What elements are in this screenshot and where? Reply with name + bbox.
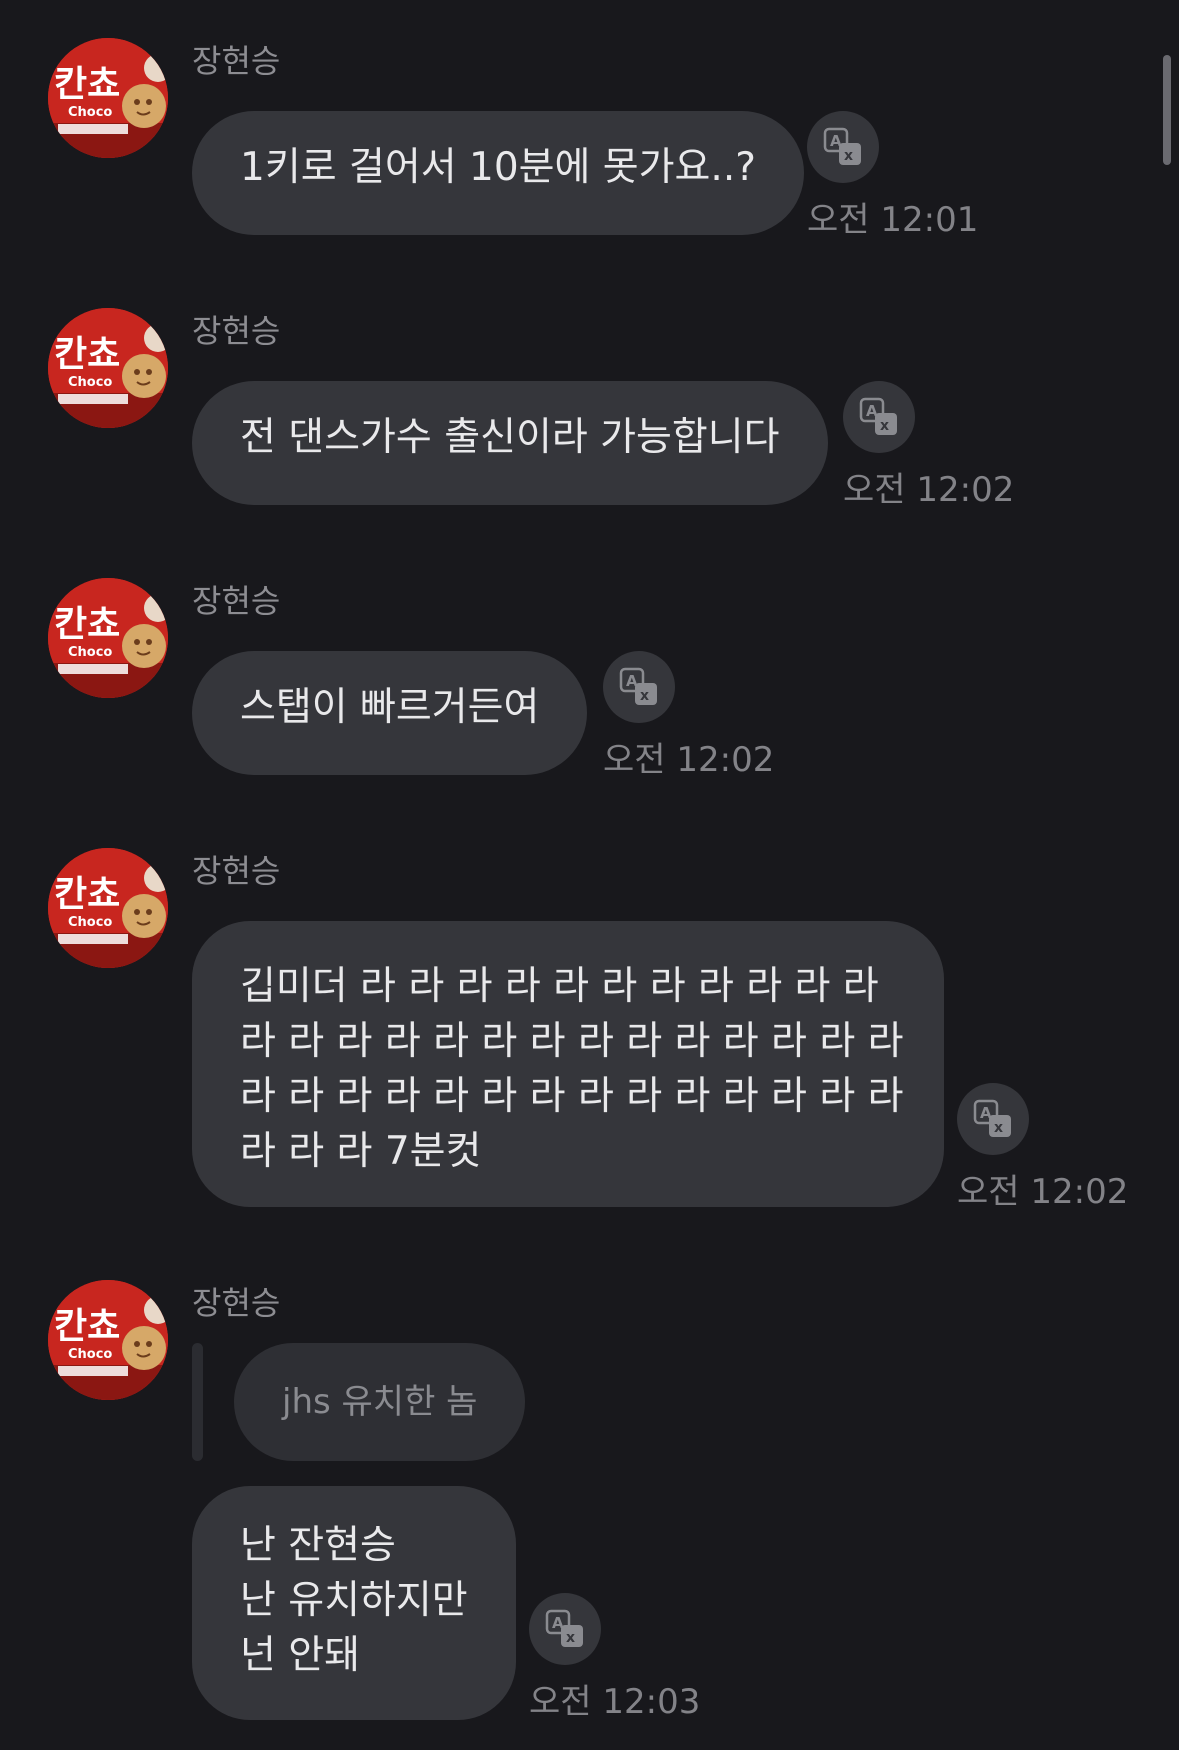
message-bubble[interactable]: 깁미더 라 라 라 라 라 라 라 라 라 라 라 라 라 라 라 라 라 라 … <box>192 921 944 1207</box>
snack-package-avatar-icon: 칸쵸 Choco <box>48 1280 168 1400</box>
message-text-line: 깁미더 라 라 라 라 라 라 라 라 라 라 라 <box>240 964 879 1009</box>
message-time: 오전 12:02 <box>843 470 1015 510</box>
translate-icon: A x <box>823 127 861 165</box>
message-bubble[interactable]: 스탭이 빠르거든여 <box>192 651 588 775</box>
message-bubble[interactable]: 전 댄스가수 출신이라 가능합니다 <box>192 381 828 505</box>
message-text-line: 넌 안돼 <box>240 1633 361 1678</box>
svg-text:칸쵸: 칸쵸 <box>54 874 120 915</box>
message-text-line: 라 라 라 라 라 라 라 라 라 라 라 라 라 라 <box>240 1074 904 1119</box>
snack-package-avatar-icon: 칸쵸 Choco <box>48 578 168 698</box>
scrollbar[interactable] <box>1163 55 1171 165</box>
avatar[interactable]: 칸쵸 Choco <box>48 578 168 698</box>
message-time: 오전 12:03 <box>529 1682 701 1722</box>
translate-button[interactable]: A x <box>807 111 879 183</box>
svg-text:칸쵸: 칸쵸 <box>54 334 120 375</box>
svg-text:x: x <box>994 1120 1003 1136</box>
translate-icon: A x <box>545 1609 583 1647</box>
svg-text:칸쵸: 칸쵸 <box>54 64 120 105</box>
avatar[interactable]: 칸쵸 Choco <box>48 1280 168 1400</box>
sender-name: 장현승 <box>192 852 281 890</box>
svg-text:x: x <box>566 1630 575 1646</box>
translate-icon: A x <box>859 397 897 435</box>
svg-text:Choco: Choco <box>68 375 112 390</box>
message-time: 오전 12:02 <box>603 740 775 780</box>
avatar[interactable]: 칸쵸 Choco <box>48 38 168 158</box>
message-time: 오전 12:01 <box>807 200 979 240</box>
message-text: 전 댄스가수 출신이라 가능합니다 <box>240 415 780 460</box>
avatar[interactable]: 칸쵸 Choco <box>48 308 168 428</box>
sender-name: 장현승 <box>192 582 281 620</box>
svg-text:Choco: Choco <box>68 645 112 660</box>
translate-button[interactable]: A x <box>529 1593 601 1665</box>
translate-button[interactable]: A x <box>957 1083 1029 1155</box>
svg-text:x: x <box>880 418 889 434</box>
snack-package-avatar-icon: 칸쵸 Choco <box>48 38 168 158</box>
message-time: 오전 12:02 <box>957 1172 1129 1212</box>
reply-indicator-bar <box>192 1343 203 1461</box>
translate-button[interactable]: A x <box>603 651 675 723</box>
svg-text:Choco: Choco <box>68 105 112 120</box>
svg-text:x: x <box>844 148 853 164</box>
message-bubble[interactable]: 1키로 걸어서 10분에 못가요..? <box>192 111 804 235</box>
message-text-line: 라 라 라 라 라 라 라 라 라 라 라 라 라 라 <box>240 1019 904 1064</box>
sender-name: 장현승 <box>192 42 281 80</box>
translate-button[interactable]: A x <box>843 381 915 453</box>
snack-package-avatar-icon: 칸쵸 Choco <box>48 308 168 428</box>
message-text: 스탭이 빠르거든여 <box>240 685 540 730</box>
translate-icon: A x <box>619 667 657 705</box>
message-text-line: 라 라 라 7분컷 <box>240 1129 482 1174</box>
message-bubble[interactable]: 난 잔현승 난 유치하지만 넌 안돼 <box>192 1486 516 1720</box>
message-text: 1키로 걸어서 10분에 못가요..? <box>240 145 756 190</box>
svg-text:칸쵸: 칸쵸 <box>54 1306 120 1347</box>
svg-text:Choco: Choco <box>68 1347 112 1362</box>
snack-package-avatar-icon: 칸쵸 Choco <box>48 848 168 968</box>
svg-text:Choco: Choco <box>68 915 112 930</box>
chat-message-list[interactable]: 칸쵸 Choco 장현승 1키로 걸어서 10분에 못가요..? A x 오전 … <box>0 0 1179 1750</box>
svg-text:x: x <box>640 688 649 704</box>
message-text-line: 난 유치하지만 <box>240 1578 468 1623</box>
svg-text:칸쵸: 칸쵸 <box>54 604 120 645</box>
reply-quote-text: jhs 유치한 놈 <box>282 1382 478 1422</box>
avatar[interactable]: 칸쵸 Choco <box>48 848 168 968</box>
sender-name: 장현승 <box>192 312 281 350</box>
reply-quote-bubble[interactable]: jhs 유치한 놈 <box>234 1343 526 1461</box>
translate-icon: A x <box>973 1099 1011 1137</box>
sender-name: 장현승 <box>192 1284 281 1322</box>
message-text-line: 난 잔현승 <box>240 1523 396 1568</box>
